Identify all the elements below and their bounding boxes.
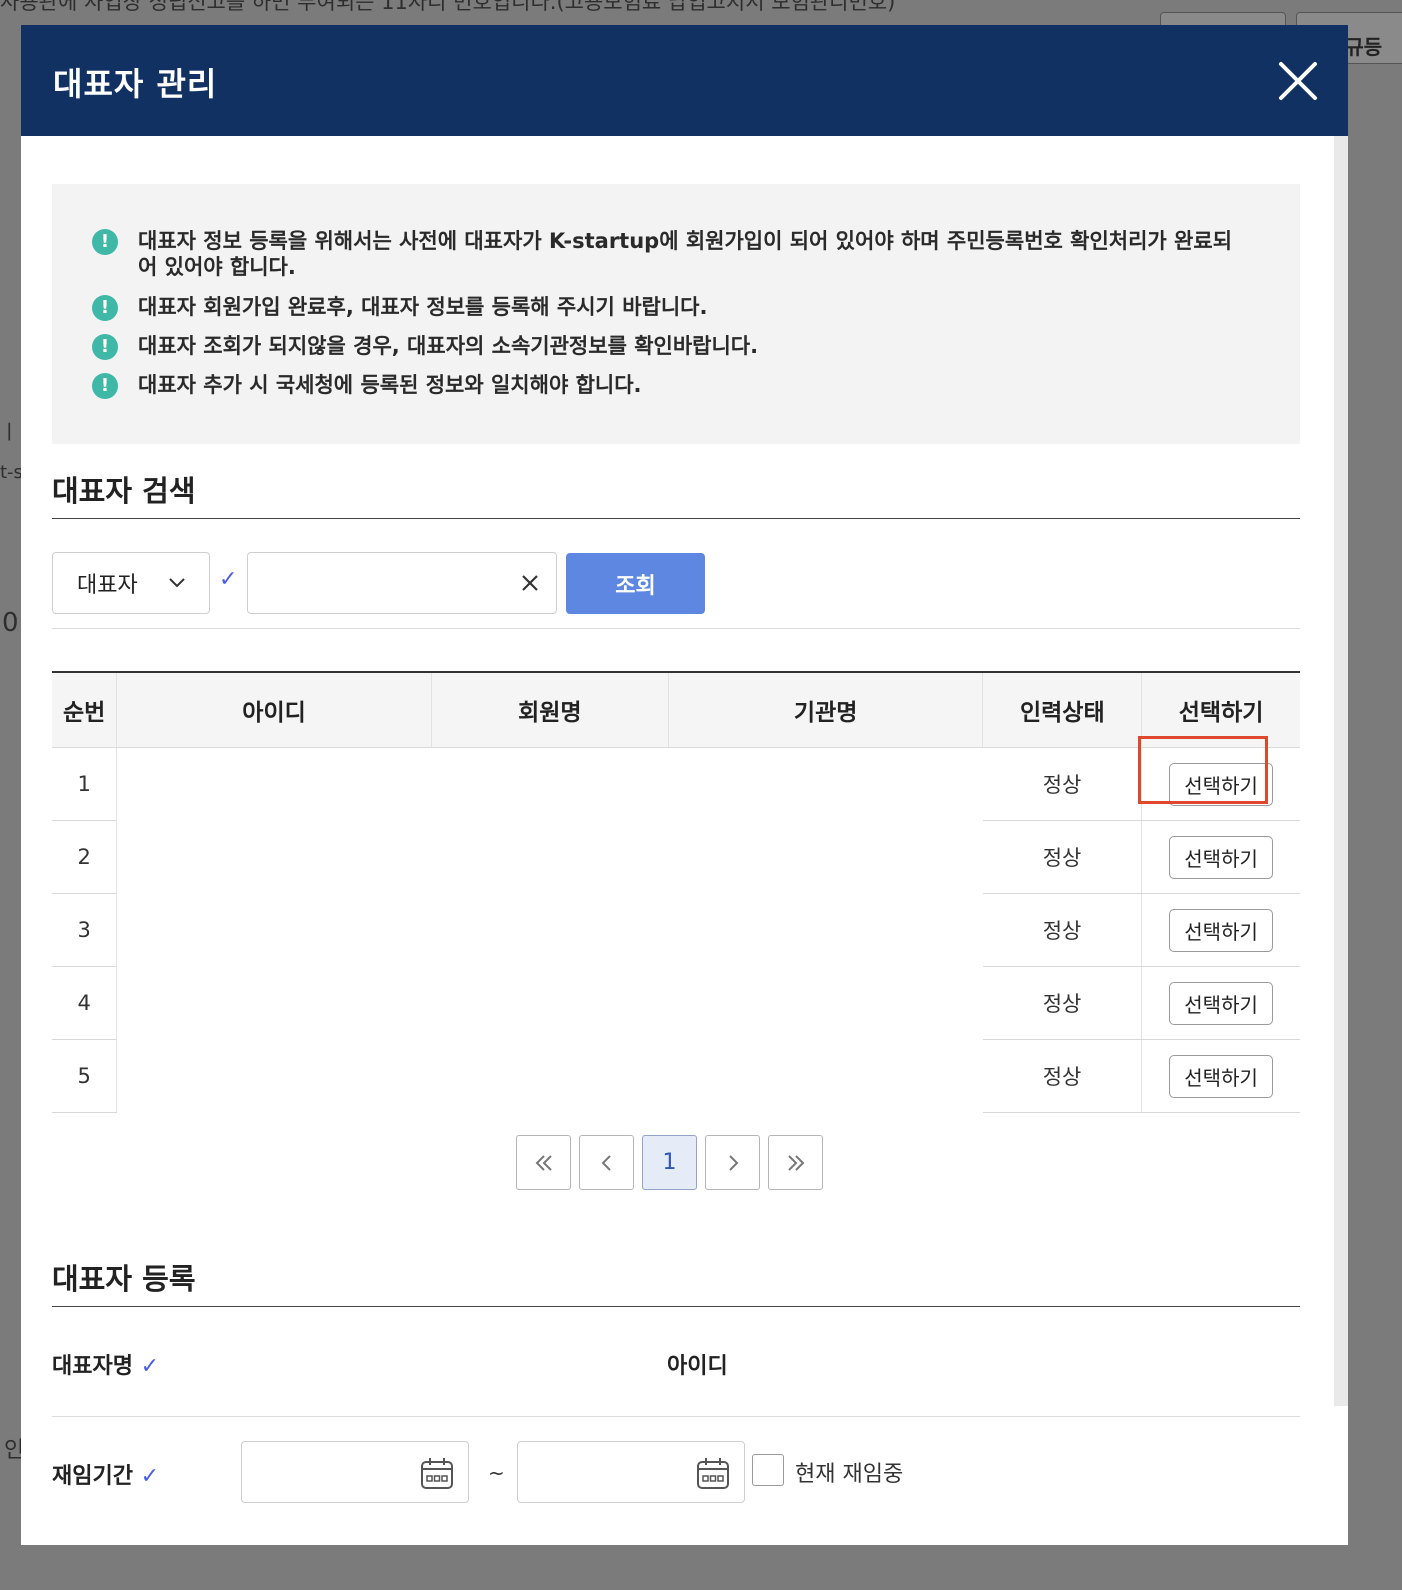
row-action-cell: 선택하기	[1141, 966, 1300, 1040]
column-header-member-name: 회원명	[431, 672, 669, 748]
search-button[interactable]: 조회	[566, 553, 705, 614]
term-label-text: 재임기간	[52, 1464, 133, 1489]
select-button[interactable]: 선택하기	[1169, 1054, 1274, 1098]
row-action-cell: 선택하기	[1141, 820, 1300, 894]
select-button[interactable]: 선택하기	[1169, 981, 1274, 1025]
close-icon	[1279, 62, 1317, 100]
term-end-date-input[interactable]	[517, 1441, 745, 1503]
close-button[interactable]	[1278, 61, 1318, 101]
notice-item: ! 대표자 추가 시 국세청에 등록된 정보와 일치해야 합니다.	[92, 372, 1248, 399]
prev-page-button[interactable]	[579, 1135, 634, 1190]
date-range-tilde: ~	[488, 1461, 505, 1485]
pagination: 1	[516, 1135, 823, 1190]
last-page-button[interactable]	[768, 1135, 823, 1190]
modal-title: 대표자 관리	[53, 65, 218, 103]
term-start-date-input[interactable]	[241, 1441, 469, 1503]
select-button[interactable]: 선택하기	[1169, 908, 1274, 952]
required-check-icon: ✓	[219, 567, 238, 592]
divider	[52, 1306, 1300, 1307]
modal-header: 대표자 관리	[21, 25, 1348, 136]
representative-name-label: 대표자명 ✓	[52, 1348, 159, 1380]
double-chevron-right-icon	[787, 1154, 804, 1171]
required-check-icon: ✓	[140, 1464, 160, 1489]
background-fragment-2: t-s	[0, 462, 23, 483]
background-notice-text: 사용관에 사업장 성립신고를 하면 부여되는 11자리 번호입니다.(고용보험료…	[0, 0, 896, 14]
row-status: 정상	[982, 893, 1143, 967]
calendar-icon	[697, 1458, 729, 1489]
divider	[52, 1416, 1300, 1417]
background-fragment-3: 0	[2, 608, 19, 638]
select-button[interactable]: 선택하기	[1169, 835, 1274, 879]
notice-text: 대표자 회원가입 완료후, 대표자 정보를 등록해 주시기 바랍니다.	[138, 295, 708, 319]
page-number-button[interactable]: 1	[642, 1135, 697, 1190]
row-status: 정상	[982, 966, 1143, 1040]
row-action-cell: 선택하기	[1141, 893, 1300, 967]
row-status: 정상	[982, 1039, 1143, 1113]
term-label: 재임기간 ✓	[52, 1458, 159, 1490]
representative-name-label-text: 대표자명	[52, 1354, 133, 1379]
required-check-icon: ✓	[140, 1354, 160, 1379]
row-action-cell: 선택하기	[1141, 1039, 1300, 1113]
notice-item: ! 대표자 정보 등록을 위해서는 사전에 대표자가 K-startup에 회원…	[92, 228, 1248, 280]
modal-scrollbar[interactable]	[1334, 136, 1348, 1406]
search-type-select[interactable]: 대표자	[52, 552, 210, 614]
row-status: 정상	[982, 820, 1143, 894]
double-chevron-left-icon	[535, 1154, 552, 1171]
column-header-org-name: 기관명	[668, 672, 984, 748]
row-number: 4	[52, 966, 118, 1040]
calendar-icon	[421, 1458, 453, 1489]
row-action-cell: 선택하기	[1141, 747, 1300, 821]
row-number: 1	[52, 747, 118, 821]
register-section-title: 대표자 등록	[52, 1262, 196, 1296]
chevron-left-icon	[601, 1154, 611, 1171]
column-header-select: 선택하기	[1141, 672, 1300, 748]
currently-serving-checkbox[interactable]	[752, 1454, 784, 1486]
divider	[52, 628, 1300, 629]
select-button[interactable]: 선택하기	[1169, 762, 1274, 806]
id-label: 아이디	[667, 1354, 728, 1379]
chevron-right-icon	[728, 1154, 738, 1171]
clear-search-button[interactable]	[517, 570, 543, 596]
clear-icon	[522, 575, 538, 591]
row-status: 정상	[982, 747, 1143, 821]
results-table: 순번 아이디 회원명 기관명 인력상태 선택하기 1 정상 선택하기 2 정상 …	[52, 671, 1300, 1113]
notice-text: 대표자 조회가 되지않을 경우, 대표자의 소속기관정보를 확인바랍니다.	[138, 334, 759, 358]
row-number: 5	[52, 1039, 118, 1113]
blank-cells	[117, 748, 983, 1113]
notice-box: ! 대표자 정보 등록을 위해서는 사전에 대표자가 K-startup에 회원…	[52, 184, 1300, 444]
row-number: 2	[52, 820, 118, 894]
exclamation-icon: !	[92, 373, 118, 399]
column-header-no: 순번	[52, 672, 118, 748]
exclamation-icon: !	[92, 229, 118, 255]
notice-text: 대표자 추가 시 국세청에 등록된 정보와 일치해야 합니다.	[138, 373, 642, 397]
representative-modal: 대표자 관리 ! 대표자 정보 등록을 위해서는 사전에 대표자가 K-star…	[21, 25, 1348, 1545]
notice-item: ! 대표자 조회가 되지않을 경우, 대표자의 소속기관정보를 확인바랍니다.	[92, 333, 1248, 360]
exclamation-icon: !	[92, 295, 118, 321]
notice-item: ! 대표자 회원가입 완료후, 대표자 정보를 등록해 주시기 바랍니다.	[92, 294, 1248, 321]
table-row: 1 정상 선택하기	[52, 747, 1300, 821]
table-header-row: 순번 아이디 회원명 기관명 인력상태 선택하기	[52, 672, 1300, 748]
exclamation-icon: !	[92, 334, 118, 360]
column-header-status: 인력상태	[982, 672, 1143, 748]
first-page-button[interactable]	[516, 1135, 571, 1190]
row-number: 3	[52, 893, 118, 967]
search-input[interactable]	[247, 552, 557, 614]
notice-text: 대표자 정보 등록을 위해서는 사전에 대표자가 K-startup에 회원가입…	[138, 229, 1233, 279]
chevron-down-icon	[169, 578, 185, 588]
search-section-title: 대표자 검색	[52, 474, 196, 508]
column-header-id: 아이디	[116, 672, 432, 748]
search-type-value: 대표자	[77, 573, 138, 598]
next-page-button[interactable]	[705, 1135, 760, 1190]
currently-serving-label: 현재 재임중	[795, 1462, 904, 1487]
divider	[52, 518, 1300, 519]
